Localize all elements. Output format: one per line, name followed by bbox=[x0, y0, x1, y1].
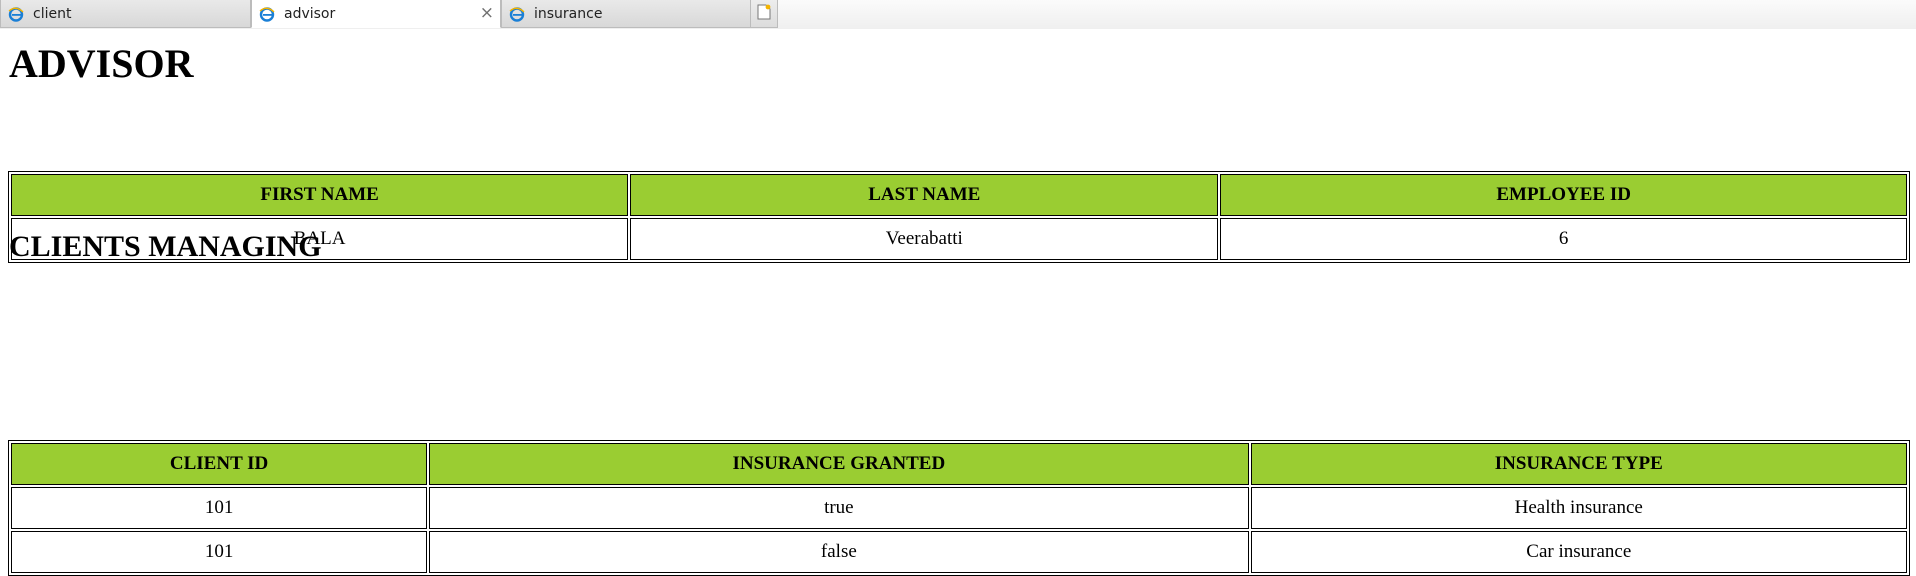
cell-client-id: 101 bbox=[11, 531, 428, 573]
tab-label: advisor bbox=[284, 5, 336, 22]
section-title: CLIENTS MANAGING bbox=[9, 230, 322, 263]
cell-employee-id: 6 bbox=[1220, 218, 1907, 260]
cell-client-id: 101 bbox=[11, 487, 428, 529]
ie-icon bbox=[258, 5, 276, 23]
table-row: 101 false Car insurance bbox=[11, 531, 1907, 573]
ie-icon bbox=[7, 5, 25, 23]
tab-client[interactable]: client bbox=[0, 0, 251, 28]
new-tab-icon bbox=[757, 4, 771, 24]
cell-insurance-granted: true bbox=[429, 487, 1249, 529]
tab-insurance[interactable]: insurance bbox=[501, 0, 751, 28]
browser-tab-strip: client advisor × insurance bbox=[0, 0, 1916, 29]
tab-advisor[interactable]: advisor × bbox=[251, 0, 501, 28]
ie-icon bbox=[508, 5, 526, 23]
close-icon[interactable]: × bbox=[480, 4, 494, 22]
clients-section-heading-wrap: CLIENTS MANAGING bbox=[9, 230, 322, 264]
table-row: 101 true Health insurance bbox=[11, 487, 1907, 529]
column-header-insurance-type: INSURANCE TYPE bbox=[1250, 443, 1907, 485]
column-header-client-id: CLIENT ID bbox=[11, 443, 428, 485]
page-title: ADVISOR bbox=[9, 41, 194, 86]
page-content: ADVISOR FIRST NAME LAST NAME EMPLOYEE ID… bbox=[8, 29, 1910, 576]
cell-last-name: Veerabatti bbox=[630, 218, 1219, 260]
cell-insurance-type: Health insurance bbox=[1250, 487, 1907, 529]
column-header-first-name: FIRST NAME bbox=[11, 174, 629, 216]
tab-label: client bbox=[33, 5, 72, 22]
cell-insurance-type: Car insurance bbox=[1250, 531, 1907, 573]
column-header-last-name: LAST NAME bbox=[630, 174, 1219, 216]
column-header-insurance-granted: INSURANCE GRANTED bbox=[429, 443, 1249, 485]
table-header-row: CLIENT ID INSURANCE GRANTED INSURANCE TY… bbox=[11, 443, 1907, 485]
table-header-row: FIRST NAME LAST NAME EMPLOYEE ID bbox=[11, 174, 1907, 216]
clients-table: CLIENT ID INSURANCE GRANTED INSURANCE TY… bbox=[8, 440, 1910, 576]
column-header-employee-id: EMPLOYEE ID bbox=[1220, 174, 1907, 216]
new-tab-button[interactable] bbox=[750, 0, 778, 28]
tab-label: insurance bbox=[534, 5, 603, 22]
cell-insurance-granted: false bbox=[429, 531, 1249, 573]
